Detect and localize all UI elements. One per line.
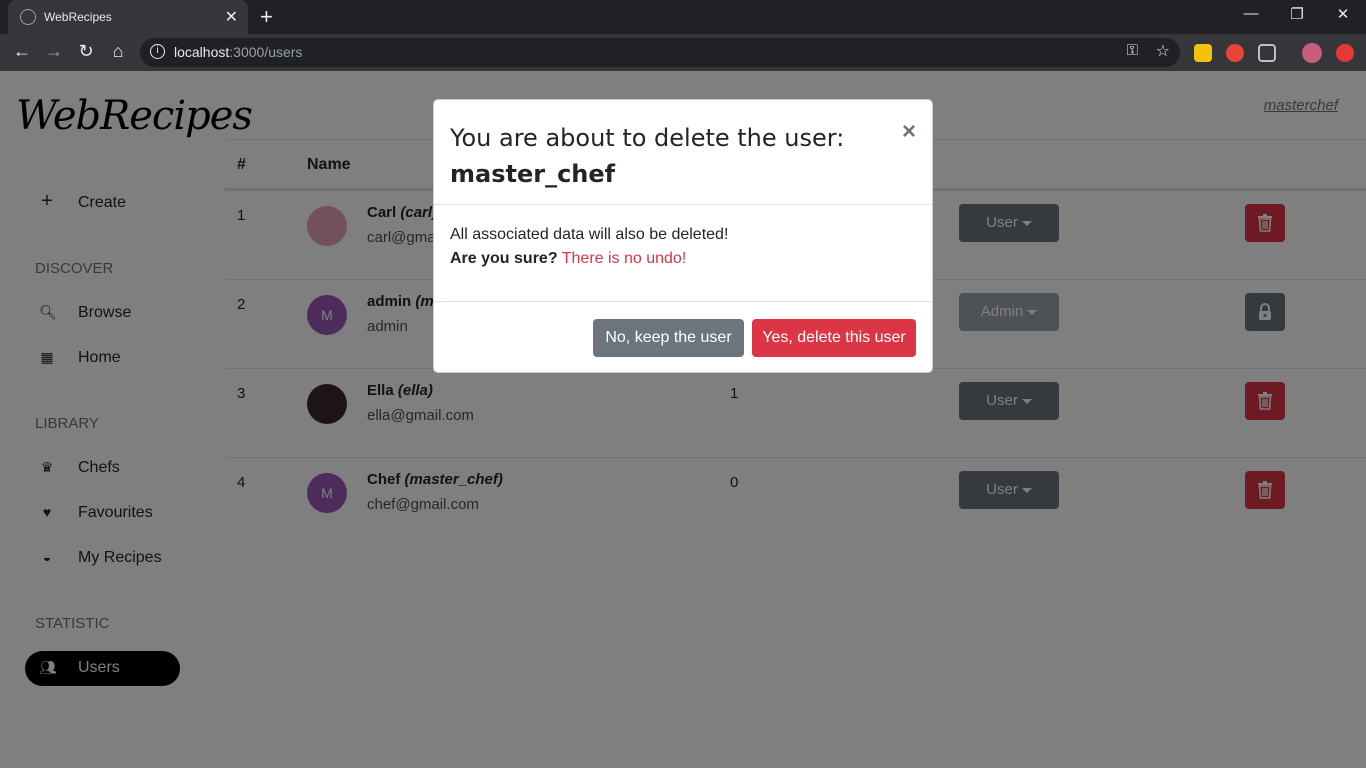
shield-extension-icon[interactable] (1258, 44, 1276, 62)
modal-title-user: master_chef (450, 160, 616, 188)
browser-toolbar: ← → ↻ ⌂ i localhost:3000/users ⚿ ☆ (0, 34, 1366, 71)
home-icon[interactable]: ⌂ (107, 41, 129, 62)
modal-confirm-question: Are you sure? (450, 250, 558, 267)
globe-icon (20, 9, 36, 25)
reload-icon[interactable]: ↻ (75, 41, 97, 62)
browser-titlebar: WebRecipes ✕ + — ❐ ✕ (0, 0, 1366, 34)
info-icon[interactable]: i (150, 44, 165, 59)
modal-footer-divider (434, 301, 932, 302)
delete-user-button[interactable]: Yes, delete this user (752, 319, 916, 357)
address-bar[interactable]: i localhost:3000/users ⚿ ☆ (140, 38, 1180, 67)
bookmark-star-icon[interactable]: ☆ (1156, 41, 1170, 61)
modal-header: You are about to delete the user: master… (434, 100, 932, 205)
browser-tab[interactable]: WebRecipes ✕ (8, 0, 248, 34)
modal-body-line1: All associated data will also be deleted… (450, 226, 729, 243)
modal-body: All associated data will also be deleted… (450, 223, 728, 271)
modal-warning: There is no undo! (561, 250, 687, 267)
url-path: :3000/users (229, 44, 303, 60)
modal-title-prefix: You are about to delete the user: (450, 124, 845, 152)
tab-title: WebRecipes (44, 10, 112, 24)
modal-title: You are about to delete the user: master… (450, 120, 870, 192)
close-tab-icon[interactable]: ✕ (225, 7, 238, 27)
modal-body-line2: Are you sure? There is no undo! (450, 247, 728, 271)
update-icon[interactable] (1336, 44, 1354, 62)
forward-icon[interactable]: → (43, 41, 65, 62)
window-close-icon[interactable]: ✕ (1320, 5, 1366, 23)
new-tab-icon[interactable]: + (260, 4, 273, 30)
restore-icon[interactable]: ❐ (1274, 5, 1320, 23)
back-icon[interactable]: ← (11, 41, 33, 62)
profile-avatar[interactable] (1302, 43, 1322, 63)
notes-extension-icon[interactable] (1194, 44, 1212, 62)
close-icon[interactable]: × (902, 118, 916, 146)
url-text: localhost:3000/users (174, 44, 302, 60)
delete-user-modal: You are about to delete the user: master… (433, 99, 933, 373)
minimize-icon[interactable]: — (1228, 5, 1274, 22)
url-host: localhost (174, 44, 230, 60)
adblock-extension-icon[interactable] (1226, 44, 1244, 62)
key-icon[interactable]: ⚿ (1127, 42, 1138, 59)
keep-user-button[interactable]: No, keep the user (593, 319, 744, 357)
